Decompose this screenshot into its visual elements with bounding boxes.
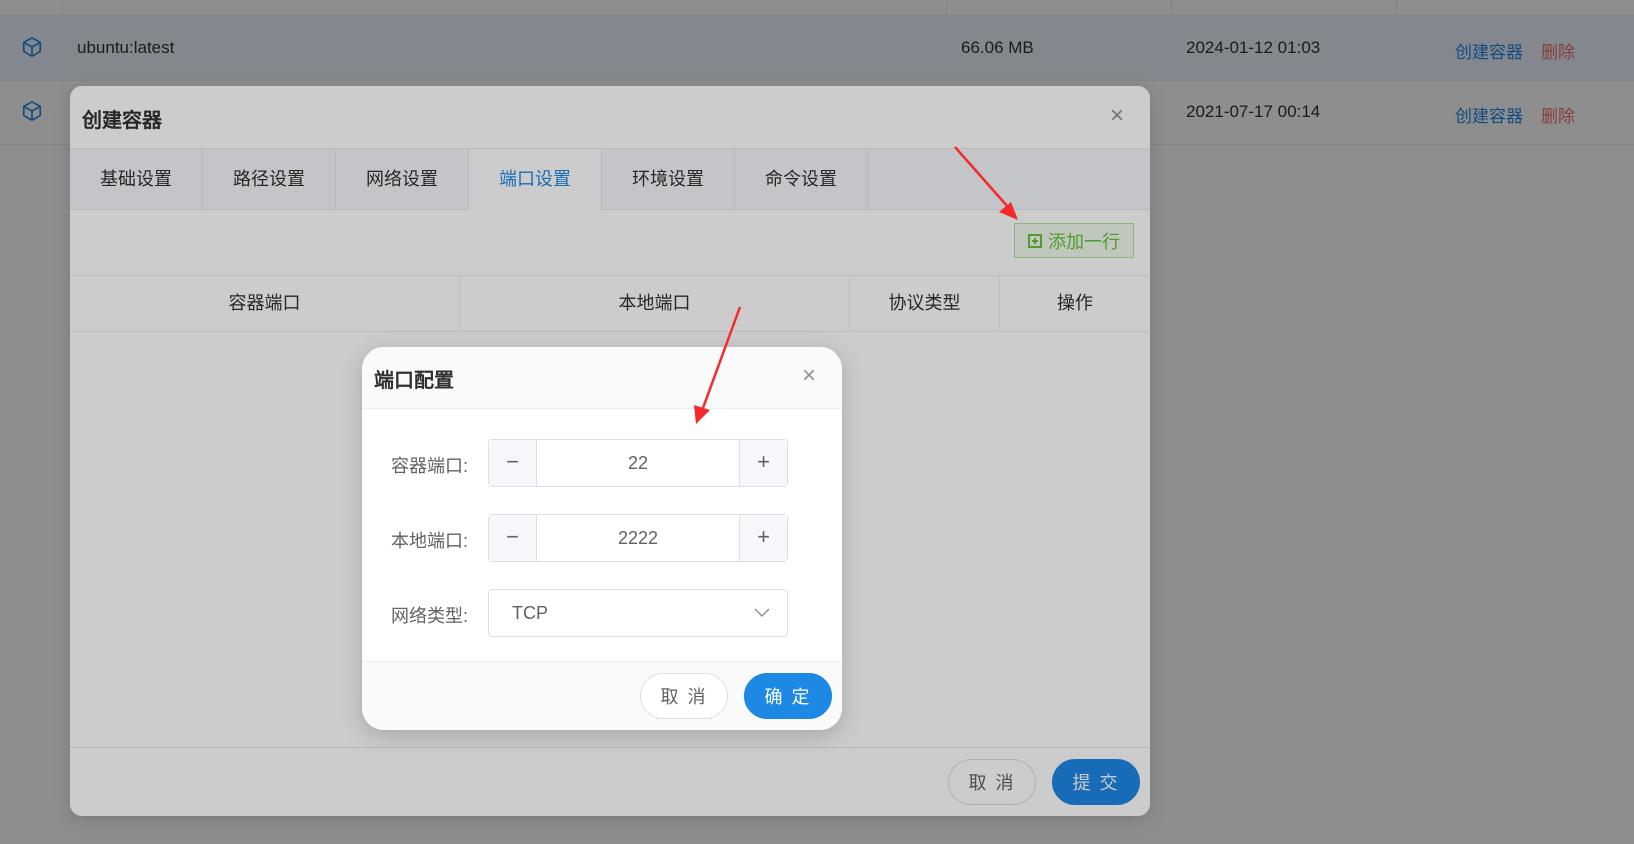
plus-icon[interactable]: + [739,515,787,561]
plus-icon[interactable]: + [739,440,787,486]
port-dialog-footer: 取 消 确 定 [362,661,842,730]
port-dialog-header: 端口配置 × [362,347,842,409]
chevron-down-icon [754,608,770,618]
minus-icon[interactable]: − [489,440,537,486]
network-type-row: 网络类型: TCP [362,589,842,637]
local-port-label: 本地端口: [391,531,469,551]
port-config-dialog: 端口配置 × 容器端口: − 22 + 本地端口: − 2222 + 网络类型:… [362,347,842,730]
network-type-label: 网络类型: [391,606,469,626]
close-icon[interactable]: × [802,362,816,390]
container-port-label: 容器端口: [391,456,469,476]
port-confirm-button[interactable]: 确 定 [744,673,832,719]
local-port-row: 本地端口: − 2222 + [362,514,842,562]
port-dialog-title: 端口配置 [374,370,454,392]
container-port-input[interactable]: 22 [537,440,739,486]
container-port-row: 容器端口: − 22 + [362,439,842,487]
port-cancel-button[interactable]: 取 消 [640,673,728,719]
minus-icon[interactable]: − [489,515,537,561]
local-port-input[interactable]: 2222 [537,515,739,561]
local-port-stepper[interactable]: − 2222 + [488,514,788,562]
network-type-select[interactable]: TCP [488,589,788,637]
network-type-value: TCP [512,603,548,623]
container-port-stepper[interactable]: − 22 + [488,439,788,487]
